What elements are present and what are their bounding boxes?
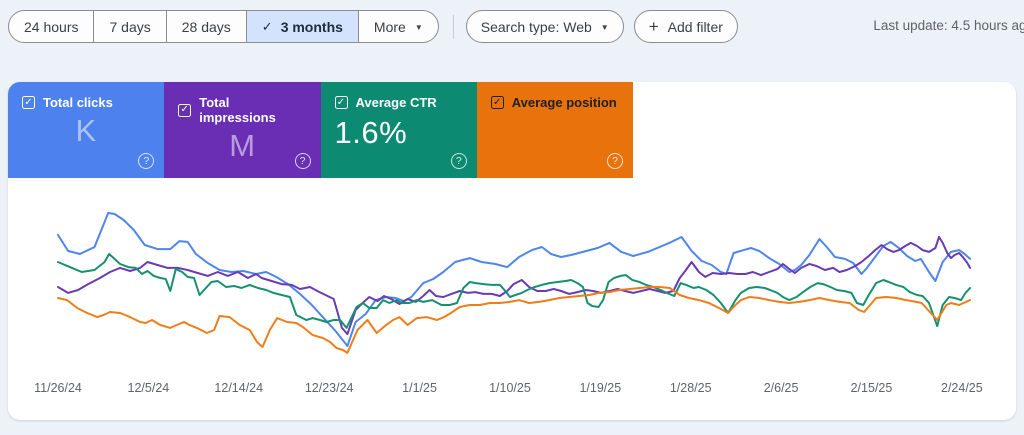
performance-panel: ✓ Total clicks K? ✓ Total impressions M? ✓ Aver… (8, 82, 1016, 420)
date-range-3-months[interactable]: ✓ 3 months (246, 10, 359, 43)
metric-card-title: ✓ Total impressions (178, 95, 306, 125)
metric-checkbox[interactable]: ✓ (178, 103, 192, 117)
date-range-label: 24 hours (24, 18, 79, 35)
metric-checkbox[interactable]: ✓ (490, 96, 504, 109)
metric-checkbox[interactable]: ✓ (334, 96, 348, 109)
date-range-28-days[interactable]: 28 days (166, 10, 247, 43)
x-axis-label: 11/26/24 (34, 381, 82, 395)
chevron-down-icon: ▼ (600, 23, 609, 32)
metric-card-title: ✓ Average CTR (334, 95, 463, 110)
x-axis-label: 12/5/24 (127, 381, 170, 395)
last-update-text: Last update: 4.5 hours ago (873, 18, 1024, 33)
check-icon: ✓ (261, 18, 273, 34)
chevron-down-icon: ▼ (414, 23, 423, 32)
toolbar-divider (452, 14, 454, 39)
metric-card-total-clicks[interactable]: ✓ Total clicks K? (8, 82, 165, 178)
more-button[interactable]: More ▼ (358, 10, 439, 43)
chart-line-average-position (58, 287, 970, 353)
add-filter-label: Add filter (667, 18, 723, 35)
help-icon[interactable]: ? (294, 153, 311, 169)
date-range-label: 28 days (181, 18, 231, 35)
add-filter-button[interactable]: + Add filter (633, 10, 738, 43)
metric-label: Average position (511, 95, 617, 110)
help-icon[interactable]: ? (607, 153, 623, 169)
plus-icon: + (648, 16, 659, 36)
date-range-label: 7 days (109, 18, 151, 35)
date-range-label: 3 months (280, 18, 343, 35)
x-axis-label: 2/6/25 (763, 381, 799, 395)
metric-label: Total clicks (43, 95, 113, 110)
search-type-button[interactable]: Search type: Web ▼ (465, 10, 624, 43)
metric-label: Average CTR (355, 95, 437, 110)
x-axis-label: 1/28/25 (669, 381, 712, 395)
search-type-label: Search type: Web (480, 18, 592, 35)
metric-value: M (229, 128, 256, 163)
help-icon[interactable]: ? (138, 153, 155, 169)
metric-card-total-impressions[interactable]: ✓ Total impressions M? (164, 82, 321, 178)
x-axis-label: 1/1/25 (402, 381, 437, 395)
x-axis-label: 12/14/24 (214, 381, 264, 395)
x-axis-label: 12/23/24 (304, 381, 354, 395)
date-range-7-days[interactable]: 7 days (94, 10, 167, 43)
metric-cards: ✓ Total clicks K? ✓ Total impressions M? ✓ Aver… (8, 82, 1016, 178)
x-axis-label: 1/19/25 (579, 381, 622, 395)
metric-card-average-ctr[interactable]: ✓ Average CTR 1.6%? (320, 82, 477, 178)
help-icon[interactable]: ? (450, 153, 467, 169)
metric-label: Total impressions (199, 95, 276, 125)
x-axis-label: 2/24/25 (941, 381, 983, 395)
toolbar: 24 hours 7 days 28 days ✓ 3 months More ▼ Se… (8, 10, 1024, 43)
chart-canvas (58, 195, 971, 365)
date-range-24-hours[interactable]: 24 hours (8, 10, 95, 43)
metric-value: K (75, 113, 97, 148)
performance-chart[interactable] (58, 195, 971, 365)
x-axis-labels: 11/26/24 12/5/24 12/14/24 12/23/24 1/1/25 1/1… (34, 381, 983, 401)
chart-line-average-ctr (58, 254, 970, 328)
metric-card-title: ✓ Total clicks (22, 95, 150, 110)
metric-card-title: ✓ Average position (490, 95, 619, 110)
metric-card-average-position[interactable]: ✓ Average position? (476, 82, 633, 178)
metric-checkbox[interactable]: ✓ (22, 96, 35, 109)
date-range-group: 24 hours 7 days 28 days ✓ 3 months More ▼ (8, 10, 439, 43)
x-axis-label: 2/15/25 (850, 381, 893, 395)
metric-value: 1.6% (334, 115, 408, 150)
more-button-label: More (373, 18, 406, 35)
x-axis-label: 1/10/25 (489, 381, 531, 395)
